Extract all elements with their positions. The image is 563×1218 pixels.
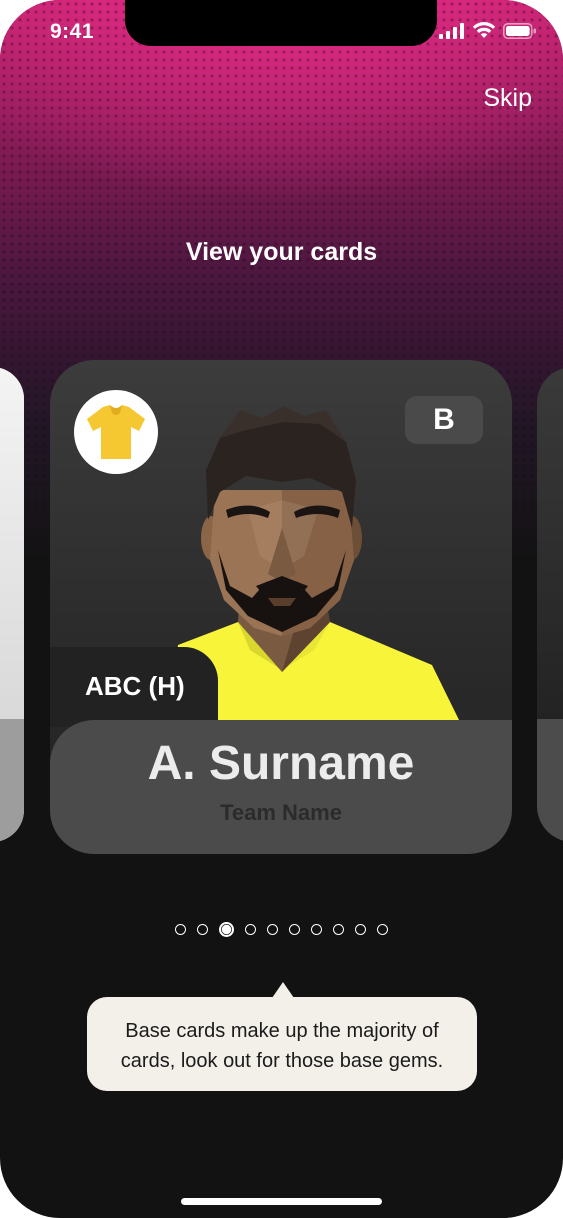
rarity-badge: B [405,396,483,444]
position-tag: ABC (H) [50,647,218,727]
wifi-icon [472,22,496,38]
page-dot[interactable] [355,924,366,935]
tooltip-arrow [272,982,294,998]
device-notch [125,0,437,46]
tooltip-line-1: Base cards make up the majority of [125,1020,439,1042]
page-dot[interactable] [245,924,256,935]
onboarding-screen: 9:41 Skip View your cards B ABC (H) A. S… [0,0,563,1218]
status-time: 9:41 [50,20,95,43]
page-dot[interactable] [197,924,208,935]
name-panel: A. Surname Team Name [50,720,512,854]
home-indicator[interactable] [181,1198,382,1205]
shirt-icon [87,405,145,459]
tooltip-line-2: cards, look out for those base gems. [120,1050,444,1072]
page-indicator [0,922,563,937]
page-dot[interactable] [289,924,300,935]
page-dot[interactable] [311,924,322,935]
previous-card[interactable] [0,367,24,842]
position-label: ABC (H) [85,671,185,701]
page-dot[interactable] [377,924,388,935]
status-icons [439,22,537,39]
player-name: A. Surname [147,737,415,790]
page-title: View your cards [185,238,378,266]
next-card[interactable] [537,367,563,842]
player-card[interactable]: B ABC (H) A. Surname Team Name [50,360,512,854]
page-dot[interactable] [175,924,186,935]
info-tooltip: Base cards make up the majority of cards… [87,997,477,1091]
page-dot[interactable] [333,924,344,935]
signal-icon [439,22,464,39]
team-kit-badge [74,390,158,474]
battery-icon [503,22,536,39]
skip-button[interactable]: Skip [483,84,532,113]
page-dot[interactable] [219,922,234,937]
team-name: Team Name [220,800,342,825]
page-dot[interactable] [267,924,278,935]
